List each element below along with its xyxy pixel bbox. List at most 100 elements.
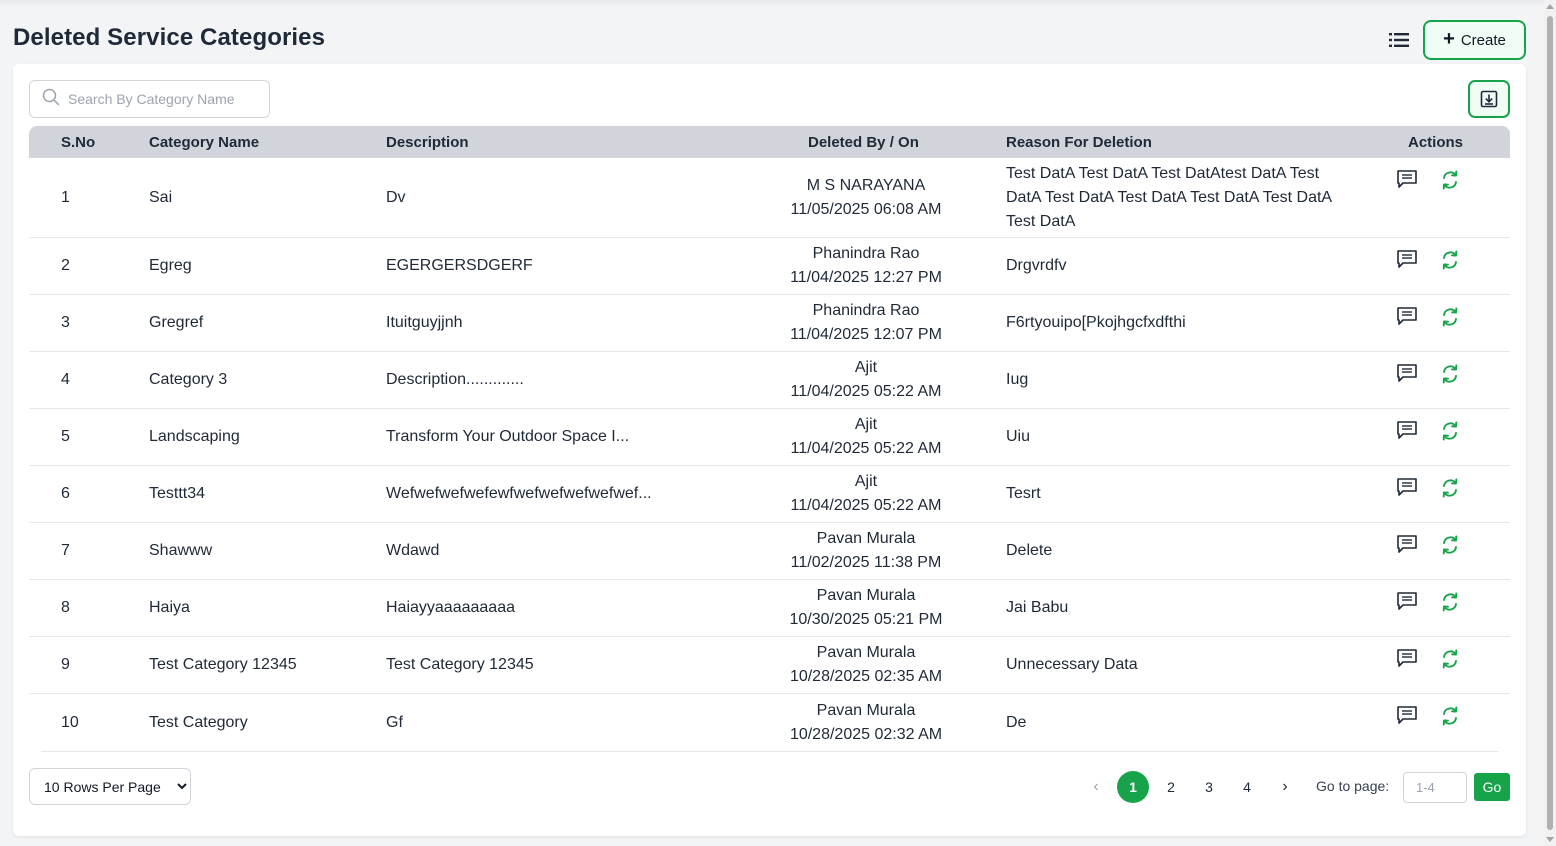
message-icon[interactable] [1395,305,1419,332]
download-icon [1480,90,1498,108]
deleted-on: 11/04/2025 05:22 AM [790,383,942,400]
message-icon[interactable] [1395,647,1419,674]
deleted-on: 10/30/2025 05:21 PM [789,611,943,628]
header-category-name: Category Name [149,134,260,151]
page-1-button[interactable]: 1 [1117,771,1149,803]
cell-description: Gf [386,713,403,731]
scroll-up-arrow-icon[interactable] [1546,4,1554,9]
cell-description: Wefwefwefwefewfwefwefwefwefwef... [386,485,652,502]
go-button[interactable]: Go [1474,773,1510,801]
cell-description: Haiayyaaaaaaaaa [386,599,515,616]
table-bottom-divider [41,751,1498,752]
deleted-by: Pavan Murala [816,587,916,604]
search-input[interactable] [68,91,248,107]
goto-page-input[interactable] [1403,772,1467,803]
deleted-on: 10/28/2025 02:32 AM [789,725,943,743]
deleted-by: Ajit [854,359,878,376]
cell-reason: Iug [1006,371,1029,388]
restore-icon[interactable] [1439,363,1461,390]
create-button[interactable]: + Create [1423,20,1526,60]
deleted-by: M S NARAYANA [806,176,926,194]
cell-description: Ituitguyjjnh [386,314,463,331]
restore-icon[interactable] [1439,705,1461,732]
cell-reason: Uiu [1006,428,1031,445]
header-reason: Reason For Deletion [1006,134,1152,151]
prev-page-chevron-icon[interactable]: ‹ [1086,771,1106,803]
cell-category-name: Gregref [149,314,204,331]
message-icon[interactable] [1395,476,1419,503]
cell-sno: 8 [61,599,70,616]
scroll-down-arrow-icon[interactable] [1546,837,1554,842]
table-row: 7 Shawww Wdawd Pavan Murala 11/02/2025 11… [29,523,1510,580]
cell-description: Test Category 12345 [386,656,534,673]
restore-icon[interactable] [1439,591,1461,618]
list-view-icon[interactable] [1386,29,1412,51]
header-deleted-by-on: Deleted By / On [808,134,919,151]
table-row: 3 Gregref Ituitguyjjnh Phanindra Rao 11/0… [29,295,1510,352]
cell-deleted: Phanindra Rao 11/04/2025 12:07 PM [729,295,1003,351]
download-button[interactable] [1468,80,1510,118]
cell-sno: 1 [61,188,70,206]
cell-reason: Drgvrdfv [1006,257,1067,274]
message-icon[interactable] [1395,419,1419,446]
cell-sno: 9 [61,656,70,673]
deleted-by: Ajit [854,416,878,433]
table-row: 4 Category 3 Description............. Aj… [29,352,1510,409]
cell-deleted: Ajit 11/04/2025 05:22 AM [729,352,1003,408]
page-3-button[interactable]: 3 [1193,771,1225,803]
deleted-by: Phanindra Rao [812,302,920,319]
deleted-by: Ajit [854,473,878,490]
deleted-on: 11/04/2025 12:27 PM [790,269,942,286]
next-page-chevron-icon[interactable]: › [1275,771,1295,803]
cell-description: Transform Your Outdoor Space I... [386,428,630,445]
cell-deleted: Ajit 11/04/2025 05:22 AM [729,466,1003,522]
cell-reason: F6rtyouipo[Pkojhgcfxdfthi [1006,314,1186,331]
header-actions: Actions [1408,134,1464,151]
cell-deleted: Pavan Murala 10/30/2025 05:21 PM [729,580,1003,636]
cell-deleted: Pavan Murala 11/02/2025 11:38 PM [729,523,1003,579]
cell-deleted: Ajit 11/04/2025 05:22 AM [729,409,1003,465]
restore-icon[interactable] [1439,169,1461,196]
restore-icon[interactable] [1439,249,1461,276]
deleted-on: 11/04/2025 05:22 AM [790,440,942,457]
deleted-on: 11/04/2025 05:22 AM [790,497,942,514]
cell-sno: 3 [61,314,70,331]
message-icon[interactable] [1395,704,1419,731]
table-row: 10 Test Category Gf Pavan Murala 10/28/20… [29,694,1510,751]
header-sno: S.No [61,134,96,151]
page-2-button[interactable]: 2 [1155,771,1187,803]
top-shadow [0,0,1544,6]
restore-icon[interactable] [1439,477,1461,504]
vertical-scrollbar[interactable] [1544,0,1556,846]
rows-per-page-select[interactable]: 10 Rows Per Page [29,768,191,805]
restore-icon[interactable] [1439,534,1461,561]
cell-deleted: Pavan Murala 10/28/2025 02:35 AM [729,637,1003,693]
restore-icon[interactable] [1439,648,1461,675]
deleted-on: 11/02/2025 11:38 PM [790,554,942,571]
cell-description: Dv [386,188,406,206]
table-row: 6 Testtt34 Wefwefwefwefewfwefwefwefwefwe… [29,466,1510,523]
search-box[interactable] [29,80,270,118]
cell-reason: Tesrt [1006,485,1041,502]
cell-category-name: Category 3 [149,371,228,388]
cell-description: Wdawd [386,542,440,559]
message-icon[interactable] [1395,533,1419,560]
table-row: 5 Landscaping Transform Your Outdoor Spa… [29,409,1510,466]
message-icon[interactable] [1395,362,1419,389]
cell-reason: Unnecessary Data [1006,656,1138,673]
deleted-by: Pavan Murala [816,644,916,661]
table-row: 9 Test Category 12345 Test Category 1234… [29,637,1510,694]
cell-category-name: Sai [149,188,173,206]
deleted-on: 11/05/2025 06:08 AM [790,200,942,218]
restore-icon[interactable] [1439,306,1461,333]
cell-category-name: Testtt34 [149,485,206,502]
message-icon[interactable] [1395,590,1419,617]
message-icon[interactable] [1395,168,1419,195]
cell-category-name: Test Category [149,713,248,731]
scrollbar-thumb[interactable] [1547,16,1553,830]
message-icon[interactable] [1395,248,1419,275]
page-4-button[interactable]: 4 [1231,771,1263,803]
deleted-by: Phanindra Rao [812,245,920,262]
cell-sno: 2 [61,257,70,274]
restore-icon[interactable] [1439,420,1461,447]
